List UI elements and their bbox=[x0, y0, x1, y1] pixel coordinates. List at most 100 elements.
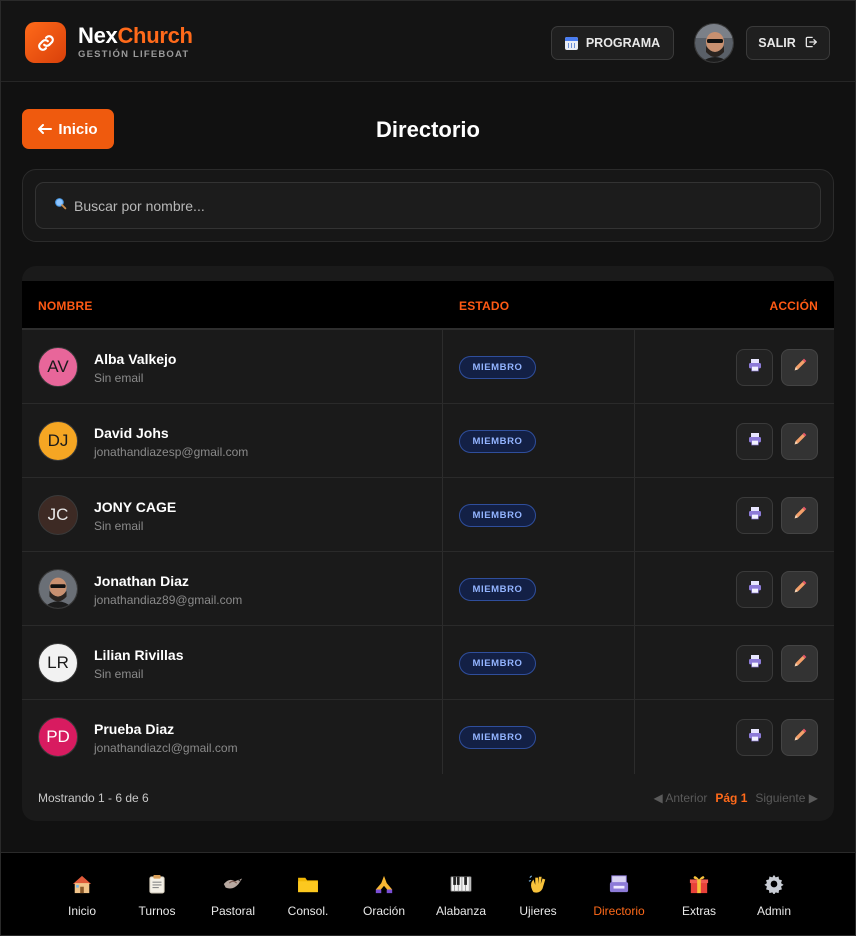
avatar: PD bbox=[38, 717, 78, 757]
member-email: jonathandiazesp@gmail.com bbox=[94, 445, 249, 459]
programa-label: PROGRAMA bbox=[585, 36, 661, 50]
programa-button[interactable]: PROGRAMA bbox=[551, 26, 674, 60]
nav-label: Ujieres bbox=[519, 904, 557, 918]
nav-label: Inicio bbox=[67, 904, 96, 918]
gift-icon bbox=[661, 873, 737, 895]
printer-icon bbox=[747, 357, 763, 378]
printer-icon bbox=[747, 579, 763, 600]
praying-hands-icon bbox=[346, 873, 422, 895]
search-card bbox=[22, 169, 834, 242]
pencil-icon bbox=[792, 579, 808, 600]
pagination: ◀ Anterior Pág 1 Siguiente ▶ bbox=[653, 791, 818, 805]
nav-label: Extras bbox=[681, 904, 716, 918]
logout-icon bbox=[804, 35, 818, 52]
brand: NexChurch GESTIÓN LIFEBOAT bbox=[78, 24, 193, 61]
bottom-nav: Inicio Turnos Pastoral Consol. Oración A… bbox=[1, 852, 855, 935]
prev-page-button[interactable]: ◀ Anterior bbox=[653, 791, 707, 805]
status-badge: MIEMBRO bbox=[459, 356, 536, 379]
edit-button[interactable] bbox=[781, 497, 818, 534]
next-page-button[interactable]: Siguiente ▶ bbox=[755, 791, 818, 805]
status-badge: MIEMBRO bbox=[459, 652, 536, 675]
print-button[interactable] bbox=[736, 645, 773, 682]
logout-label: SALIR bbox=[758, 36, 796, 50]
edit-button[interactable] bbox=[781, 645, 818, 682]
member-name: Lilian Rivillas bbox=[94, 647, 184, 663]
nav-item-oracion[interactable]: Oración bbox=[346, 873, 422, 918]
pencil-icon bbox=[792, 505, 808, 526]
avatar bbox=[38, 569, 78, 609]
member-name: Prueba Diaz bbox=[94, 721, 175, 737]
nav-item-consol[interactable]: Consol. bbox=[270, 873, 346, 918]
printer-icon bbox=[747, 727, 763, 748]
waving-hand-icon bbox=[500, 873, 576, 895]
status-badge: MIEMBRO bbox=[459, 430, 536, 453]
search-input[interactable] bbox=[74, 197, 774, 214]
pencil-icon bbox=[792, 431, 808, 452]
member-email: Sin email bbox=[94, 519, 144, 533]
user-avatar[interactable] bbox=[694, 23, 734, 63]
print-button[interactable] bbox=[736, 423, 773, 460]
logout-button[interactable]: SALIR bbox=[746, 26, 830, 60]
status-badge: MIEMBRO bbox=[459, 504, 536, 527]
pencil-icon bbox=[792, 357, 808, 378]
table-row[interactable]: Jonathan Diaz jonathandiaz89@gmail.com M… bbox=[22, 552, 834, 626]
member-email: Sin email bbox=[94, 667, 144, 681]
edit-button[interactable] bbox=[781, 571, 818, 608]
pencil-icon bbox=[792, 653, 808, 674]
nav-label: Pastoral bbox=[210, 904, 256, 918]
table-row[interactable]: AV Alba Valkejo Sin email MIEMBRO bbox=[22, 330, 834, 404]
status-badge: MIEMBRO bbox=[459, 726, 536, 749]
nav-label: Admin bbox=[756, 904, 791, 918]
edit-button[interactable] bbox=[781, 719, 818, 756]
gear-icon bbox=[736, 873, 812, 895]
nav-item-turnos[interactable]: Turnos bbox=[119, 873, 195, 918]
table-row[interactable]: LR Lilian Rivillas Sin email MIEMBRO bbox=[22, 626, 834, 700]
member-name: JONY CAGE bbox=[94, 499, 177, 515]
header-name[interactable]: NOMBRE bbox=[38, 299, 93, 313]
pencil-icon bbox=[792, 727, 808, 748]
table-body: AV Alba Valkejo Sin email MIEMBRO DJ Dav… bbox=[22, 330, 834, 774]
edit-button[interactable] bbox=[781, 349, 818, 386]
brand-name-part1: Nex bbox=[78, 23, 118, 48]
avatar: AV bbox=[38, 347, 78, 387]
nav-label: Alabanza bbox=[435, 904, 487, 918]
print-button[interactable] bbox=[736, 497, 773, 534]
nav-item-alabanza[interactable]: Alabanza bbox=[423, 873, 499, 918]
search-field[interactable] bbox=[35, 182, 821, 229]
pagination-summary: Mostrando 1 - 6 de 6 bbox=[38, 791, 149, 805]
print-button[interactable] bbox=[736, 571, 773, 608]
member-email: jonathandiaz89@gmail.com bbox=[94, 593, 243, 607]
nav-item-inicio[interactable]: Inicio bbox=[44, 873, 120, 918]
table-row[interactable]: PD Prueba Diaz jonathandiazcl@gmail.com … bbox=[22, 700, 834, 774]
nav-item-extras[interactable]: Extras bbox=[661, 873, 737, 918]
nav-item-admin[interactable]: Admin bbox=[736, 873, 812, 918]
nav-label: Oración bbox=[362, 904, 406, 918]
search-icon bbox=[54, 197, 67, 215]
nav-item-directorio[interactable]: Directorio bbox=[581, 873, 657, 918]
avatar: LR bbox=[38, 643, 78, 683]
link-logo-icon[interactable] bbox=[25, 22, 66, 63]
dove-icon bbox=[195, 873, 271, 895]
folder-icon bbox=[270, 873, 346, 895]
page-title: Directorio bbox=[376, 117, 480, 142]
brand-name-part2: Church bbox=[117, 23, 193, 48]
member-name: Jonathan Diaz bbox=[94, 573, 189, 589]
member-email: jonathandiazcl@gmail.com bbox=[94, 741, 238, 755]
print-button[interactable] bbox=[736, 719, 773, 756]
header-status[interactable]: ESTADO bbox=[459, 299, 509, 313]
brand-name: NexChurch bbox=[78, 24, 193, 48]
app-header: NexChurch GESTIÓN LIFEBOAT PROGRAMA SALI… bbox=[1, 1, 855, 82]
nav-item-ujieres[interactable]: Ujieres bbox=[500, 873, 576, 918]
table-row[interactable]: DJ David Johs jonathandiazesp@gmail.com … bbox=[22, 404, 834, 478]
nav-label: Consol. bbox=[287, 904, 329, 918]
piano-icon bbox=[423, 873, 499, 895]
nav-label: Turnos bbox=[138, 904, 176, 918]
current-page: Pág 1 bbox=[715, 791, 748, 805]
clipboard-icon bbox=[119, 873, 195, 895]
nav-item-pastoral[interactable]: Pastoral bbox=[195, 873, 271, 918]
table-row[interactable]: JC JONY CAGE Sin email MIEMBRO bbox=[22, 478, 834, 552]
edit-button[interactable] bbox=[781, 423, 818, 460]
nav-label: Directorio bbox=[593, 904, 645, 918]
print-button[interactable] bbox=[736, 349, 773, 386]
printer-icon bbox=[747, 653, 763, 674]
